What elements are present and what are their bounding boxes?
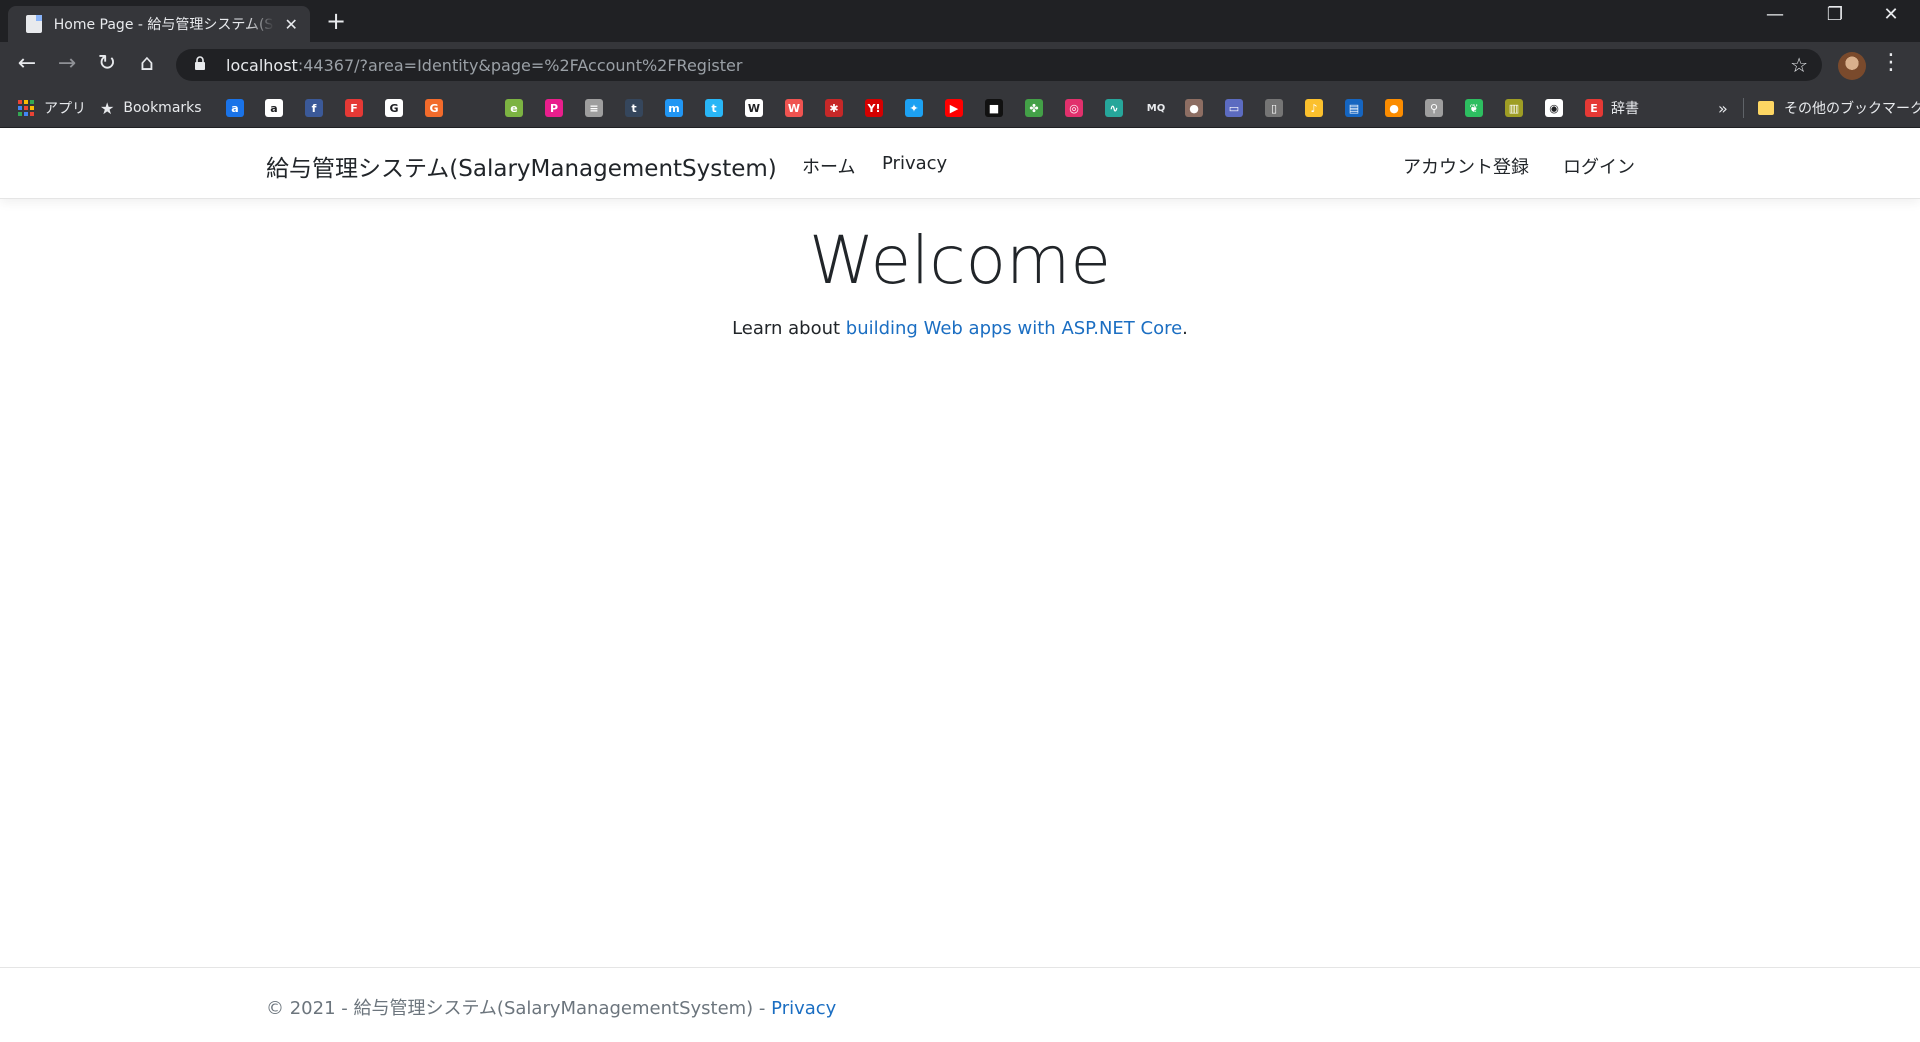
keyboard-icon[interactable]: ▭ bbox=[1225, 99, 1243, 117]
doc-icon[interactable]: ≡ bbox=[585, 99, 603, 117]
w-red-icon[interactable]: W bbox=[785, 99, 803, 117]
phone-icon[interactable]: ▯ bbox=[1265, 99, 1283, 117]
news-icon[interactable]: ▤ bbox=[1345, 99, 1363, 117]
paw-icon[interactable]: ✱ bbox=[825, 99, 843, 117]
browser-tab[interactable]: Home Page - 給与管理システム(Sa ✕ bbox=[8, 6, 310, 42]
browser-toolbar: ← → ↻ ⌂ localhost:44367/?area=Identity&p… bbox=[0, 42, 1920, 88]
apps-label: アプリ bbox=[44, 101, 86, 117]
pocket-p-icon[interactable]: P bbox=[545, 99, 563, 117]
tab-title: Home Page - 給与管理システム(Sa bbox=[53, 17, 275, 33]
yahoo-icon[interactable]: Y! bbox=[865, 99, 883, 117]
restore-button[interactable]: ❐ bbox=[1812, 4, 1858, 25]
jisho-icon: E bbox=[1585, 99, 1603, 117]
profile-avatar[interactable] bbox=[1838, 52, 1866, 80]
bookmarks-label: Bookmarks bbox=[123, 100, 202, 116]
url-host: localhost bbox=[226, 55, 298, 75]
menu-icon[interactable]: ⋮ bbox=[1880, 50, 1902, 75]
lead-text: Learn about building Web apps with ASP.N… bbox=[0, 318, 1920, 339]
tumblr-icon[interactable]: t bbox=[625, 99, 643, 117]
forward-button[interactable]: → bbox=[53, 50, 81, 78]
bookmark-star-icon[interactable]: ☆ bbox=[1790, 53, 1808, 77]
bookmark-other-folder[interactable]: その他のブックマーク bbox=[1758, 96, 1920, 120]
bookmark-apps[interactable]: アプリ bbox=[18, 96, 86, 120]
url-path: :44367/?area=Identity&page=%2FAccount%2F… bbox=[297, 55, 743, 75]
bookmark-jisho[interactable]: E 辞書 bbox=[1585, 96, 1639, 120]
page-title: Welcome bbox=[809, 222, 1111, 299]
lead-prefix: Learn about bbox=[732, 318, 846, 339]
reload-button[interactable]: ↻ bbox=[93, 50, 121, 78]
google-icon[interactable]: G bbox=[385, 99, 403, 117]
window-close-button[interactable]: ✕ bbox=[1868, 4, 1914, 25]
bookmarks-bar: アプリ ★ Bookmarks a a f F G Ge P ≡ t m t W W ✱ Y! ✦ ▶ ■ ✤ ◎ ∿ M… bbox=[0, 88, 1920, 128]
other-bookmarks-label: その他のブックマーク bbox=[1784, 101, 1920, 117]
github-icon[interactable]: ◉ bbox=[1545, 99, 1563, 117]
twitter-box-icon[interactable]: t bbox=[705, 99, 723, 117]
url-text[interactable]: localhost:44367/?area=Identity&page=%2FA… bbox=[226, 56, 742, 75]
evernote-icon[interactable]: ❦ bbox=[1465, 99, 1483, 117]
aspnet-docs-link[interactable]: building Web apps with ASP.NET Core bbox=[846, 318, 1182, 339]
minimize-button[interactable]: — bbox=[1752, 4, 1798, 25]
youtube-icon[interactable]: ▶ bbox=[945, 99, 963, 117]
twitter-icon[interactable]: ✦ bbox=[905, 99, 923, 117]
footer-privacy-link[interactable]: Privacy bbox=[771, 998, 836, 1019]
amazon-icon[interactable]: a bbox=[265, 99, 283, 117]
copyright-text: © 2021 - 給与管理システム(SalaryManagementSystem… bbox=[266, 998, 772, 1019]
back-button[interactable]: ← bbox=[13, 50, 41, 78]
home-button[interactable]: ⌂ bbox=[133, 50, 161, 78]
address-bar[interactable]: localhost:44367/?area=Identity&page=%2FA… bbox=[176, 49, 1822, 81]
site-navbar: 給与管理システム(SalaryManagementSystem) ホーム Pri… bbox=[0, 129, 1920, 199]
nav-home-link[interactable]: ホーム bbox=[802, 153, 855, 179]
facebook-icon[interactable]: f bbox=[305, 99, 323, 117]
lead-suffix: . bbox=[1182, 318, 1188, 339]
barcode-icon[interactable]: ▥ bbox=[1505, 99, 1523, 117]
clover-icon[interactable]: ✤ bbox=[1025, 99, 1043, 117]
a-app-icon[interactable]: a bbox=[226, 99, 244, 117]
wikipedia-icon[interactable]: W bbox=[745, 99, 763, 117]
nav-privacy-link[interactable]: Privacy bbox=[882, 153, 947, 174]
pulse-icon[interactable]: ∿ bbox=[1105, 99, 1123, 117]
messenger-icon[interactable]: m bbox=[665, 99, 683, 117]
bookmarks-divider bbox=[1743, 98, 1744, 118]
footer-text: © 2021 - 給与管理システム(SalaryManagementSystem… bbox=[266, 994, 836, 1020]
new-tab-button[interactable]: + bbox=[326, 8, 346, 34]
search-tool-icon[interactable]: ⚲ bbox=[1425, 99, 1443, 117]
mq-icon[interactable]: MQ bbox=[1145, 99, 1167, 117]
grammarly-icon[interactable]: G bbox=[425, 99, 443, 117]
instagram-icon[interactable]: ◎ bbox=[1065, 99, 1083, 117]
site-brand[interactable]: 給与管理システム(SalaryManagementSystem) bbox=[266, 149, 777, 183]
jisho-label: 辞書 bbox=[1611, 101, 1639, 117]
green-circle-icon[interactable]: e bbox=[505, 99, 523, 117]
site-footer: © 2021 - 給与管理システム(SalaryManagementSystem… bbox=[0, 967, 1920, 1042]
browser-tab-strip: Home Page - 給与管理システム(Sa ✕ + — ❐ ✕ bbox=[0, 0, 1920, 42]
orange-icon[interactable]: ● bbox=[1385, 99, 1403, 117]
badge-icon[interactable]: ● bbox=[1185, 99, 1203, 117]
page-icon bbox=[26, 15, 42, 33]
lock-icon[interactable] bbox=[194, 56, 208, 74]
f-app-icon[interactable]: F bbox=[345, 99, 363, 117]
apps-grid-icon bbox=[18, 100, 34, 116]
music-icon[interactable]: ♪ bbox=[1305, 99, 1323, 117]
bookmarks-overflow-button[interactable]: » bbox=[1718, 96, 1728, 120]
nav-login-link[interactable]: ログイン bbox=[1563, 153, 1635, 179]
bookmark-folder-bookmarks[interactable]: ★ Bookmarks bbox=[100, 96, 202, 120]
star-icon: ★ bbox=[100, 98, 115, 118]
nav-register-link[interactable]: アカウント登録 bbox=[1403, 153, 1529, 179]
tab-close-icon[interactable]: ✕ bbox=[282, 15, 300, 34]
folder-icon bbox=[1758, 101, 1774, 115]
black-cat-icon[interactable]: ■ bbox=[985, 99, 1003, 117]
